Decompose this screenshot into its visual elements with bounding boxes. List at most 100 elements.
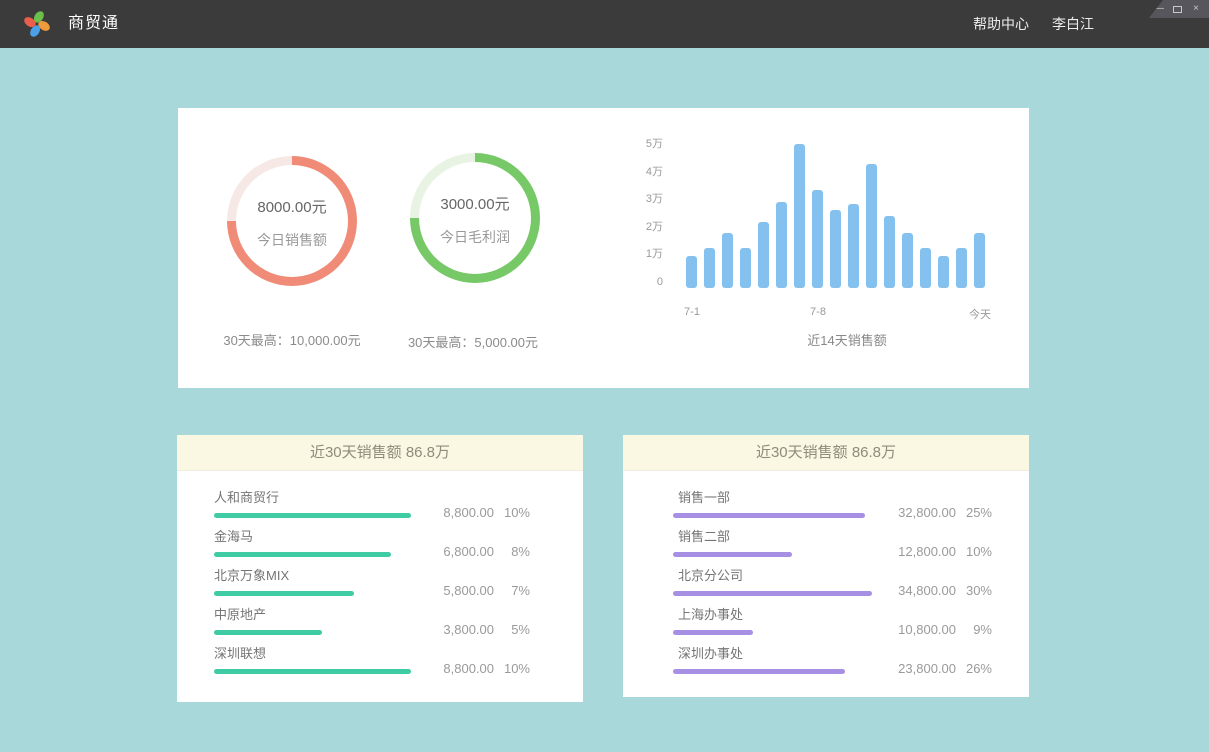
row-percent: 10%	[956, 544, 992, 559]
sales-bar	[740, 248, 751, 288]
sales-bar	[722, 233, 733, 288]
close-icon[interactable]: ×	[1191, 4, 1201, 14]
app-title: 商贸通	[68, 0, 119, 48]
row-bar	[673, 669, 845, 674]
ranking-row: 金海马 6,800.008%	[177, 527, 583, 566]
customer-rows: 人和商贸行8,800.0010%金海马 6,800.008% 北京万象MIX5,80…	[177, 471, 583, 683]
overview-card: 8000.00元 今日销售额 30天最高：10,000.00元 3000.00元…	[178, 108, 1029, 388]
row-percent: 9%	[956, 622, 992, 637]
row-percent: 26%	[956, 661, 992, 676]
customer-sales-card: 近30天销售额 86.8万 人和商贸行8,800.0010%金海马 6,800.0…	[177, 435, 583, 702]
row-amount: 34,800.00	[876, 583, 956, 598]
sales-bar	[830, 210, 841, 288]
sales-bar	[866, 164, 877, 288]
row-bar	[214, 591, 354, 596]
row-amount: 8,800.00	[414, 505, 494, 520]
row-percent: 7%	[494, 583, 530, 598]
sales-bar	[956, 248, 967, 288]
row-label: 上海办事处	[673, 604, 753, 623]
row-percent: 30%	[956, 583, 992, 598]
row-bar	[214, 669, 411, 674]
row-amount: 3,800.00	[414, 622, 494, 637]
ranking-row: 销售一部 32,800.0025%	[623, 488, 1029, 527]
row-amount: 23,800.00	[876, 661, 956, 676]
row-label: 北京万象MIX	[214, 565, 354, 584]
row-bar	[673, 630, 753, 635]
ranking-row: 深圳办事处 23,800.0026%	[623, 644, 1029, 683]
row-label: 销售二部	[673, 526, 792, 545]
row-label: 北京分公司	[673, 565, 872, 584]
app-header: 商贸通 帮助中心 李白江 — ×	[0, 0, 1209, 48]
sales-bar	[794, 144, 805, 288]
today-sales-value: 8000.00元	[257, 196, 326, 217]
today-sales-donut: 8000.00元 今日销售额	[227, 156, 357, 286]
row-amount: 6,800.00	[414, 544, 494, 559]
window-controls: — ×	[1149, 0, 1209, 18]
row-amount: 32,800.00	[876, 505, 956, 520]
customer-card-title: 近30天销售额 86.8万	[177, 435, 583, 471]
sales-bar	[686, 256, 697, 288]
x-axis-label: 7-1	[652, 306, 732, 318]
user-menu[interactable]: 李白江	[1052, 0, 1094, 48]
today-profit-label: 今日毛利润	[440, 227, 510, 247]
help-center-link[interactable]: 帮助中心	[973, 0, 1029, 48]
today-profit-donut: 3000.00元 今日毛利润	[410, 153, 540, 283]
row-bar	[214, 630, 322, 635]
row-percent: 8%	[494, 544, 530, 559]
row-amount: 12,800.00	[876, 544, 956, 559]
today-profit-value: 3000.00元	[440, 193, 509, 214]
ranking-row: 深圳联想8,800.0010%	[177, 644, 583, 683]
row-percent: 10%	[494, 505, 530, 520]
row-percent: 25%	[956, 505, 992, 520]
ranking-row: 上海办事处 10,800.009%	[623, 605, 1029, 644]
sales-bar	[848, 204, 859, 288]
sales-bar	[974, 233, 985, 288]
y-axis-label: 2万	[623, 220, 663, 234]
ranking-row: 中原地产 3,800.005%	[177, 605, 583, 644]
row-amount: 10,800.00	[876, 622, 956, 637]
row-percent: 5%	[494, 622, 530, 637]
row-bar	[673, 513, 865, 518]
x-axis-label: 今天	[940, 306, 1020, 322]
department-card-title: 近30天销售额 86.8万	[623, 435, 1029, 471]
department-sales-card: 近30天销售额 86.8万 销售一部 32,800.0025% 销售二部 12,800…	[623, 435, 1029, 697]
pinwheel-logo-icon	[22, 9, 52, 39]
today-sales-label: 今日销售额	[257, 230, 327, 250]
row-bar	[214, 552, 391, 557]
sales-bar	[902, 233, 913, 288]
row-label: 深圳联想	[214, 643, 411, 662]
y-axis-label: 1万	[623, 247, 663, 261]
ranking-row: 北京分公司 34,800.0030%	[623, 566, 1029, 605]
row-amount: 8,800.00	[414, 661, 494, 676]
ranking-row: 人和商贸行8,800.0010%	[177, 488, 583, 527]
row-label: 销售一部	[673, 487, 865, 506]
maximize-icon[interactable]	[1173, 6, 1182, 13]
y-axis-label: 0	[623, 275, 663, 289]
sales-bar	[758, 222, 769, 288]
y-axis-label: 5万	[623, 137, 663, 151]
chart-caption: 近14天销售额	[747, 330, 947, 349]
sales-bar	[920, 248, 931, 288]
daily-sales-bars	[686, 138, 992, 288]
row-bar	[673, 552, 792, 557]
sales-bar	[812, 190, 823, 288]
sales-bar	[776, 202, 787, 288]
sales-bar	[884, 216, 895, 288]
sales-bar	[704, 248, 715, 288]
row-bar	[214, 513, 411, 518]
y-axis: 0 1万 2万 3万 4万 5万	[623, 108, 663, 308]
ranking-row: 销售二部 12,800.0010%	[623, 527, 1029, 566]
row-label: 中原地产	[214, 604, 322, 623]
row-percent: 10%	[494, 661, 530, 676]
profit-30d-max: 30天最高：5,000.00元	[363, 332, 583, 351]
dashboard-page: 商贸通 帮助中心 李白江 — × 8000.00元 今日销售额 30天最高：10…	[0, 0, 1209, 752]
minimize-icon[interactable]: —	[1154, 4, 1164, 14]
row-bar	[673, 591, 872, 596]
ranking-row: 北京万象MIX5,800.007%	[177, 566, 583, 605]
sales-bar	[938, 256, 949, 288]
row-label: 金海马	[214, 526, 391, 545]
x-axis-label: 7-8	[778, 306, 858, 318]
y-axis-label: 3万	[623, 192, 663, 206]
row-label: 深圳办事处	[673, 643, 845, 662]
y-axis-label: 4万	[623, 165, 663, 179]
